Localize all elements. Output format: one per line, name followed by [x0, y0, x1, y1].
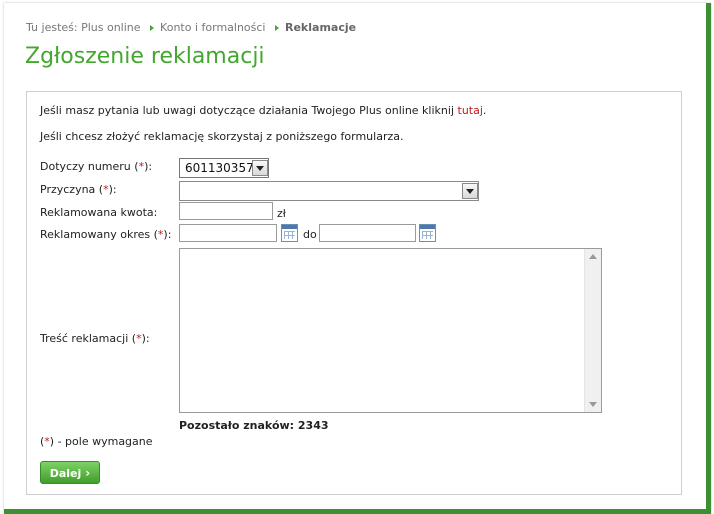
breadcrumb-current: Reklamacje: [285, 21, 357, 34]
number-label-text: Dotyczy numeru: [40, 160, 131, 173]
required-mark: *: [103, 183, 109, 196]
period-to-label: do: [303, 228, 317, 241]
info-line-form: Jeśli chcesz złożyć reklamację skorzysta…: [40, 130, 404, 143]
breadcrumb: Tu jesteś: Plus online Konto i formalnoś…: [26, 21, 356, 34]
complaint-form-panel: Jeśli masz pytania lub uwagi dotyczące d…: [26, 91, 682, 495]
required-mark: *: [44, 435, 50, 448]
number-select[interactable]: 601130357: [179, 158, 269, 178]
breadcrumb-link-plus-online[interactable]: Plus online: [81, 21, 140, 34]
textarea-scrollbar[interactable]: [584, 249, 601, 412]
info-text: Jeśli masz pytania lub uwagi dotyczące d…: [40, 104, 458, 117]
chevron-down-icon[interactable]: [462, 183, 478, 199]
reason-select[interactable]: [179, 181, 479, 201]
reason-label: Przyczyna (*):: [40, 183, 117, 196]
amount-label: Reklamowana kwota:: [40, 206, 158, 219]
breadcrumb-prefix: Tu jesteś:: [26, 21, 78, 34]
remaining-chars-counter: Pozostało znaków: 2343: [179, 419, 329, 432]
required-mark: *: [136, 332, 142, 345]
period-label: Reklamowany okres (*):: [40, 228, 172, 241]
required-note-text: - pole wymagane: [57, 435, 153, 448]
main-frame: Tu jesteś: Plus online Konto i formalnoś…: [4, 3, 711, 514]
content-textarea[interactable]: [179, 248, 602, 413]
period-label-text: Reklamowany okres: [40, 228, 151, 241]
page-title: Zgłoszenie reklamacji: [25, 44, 265, 69]
number-select-value: 601130357: [185, 161, 254, 175]
required-legend: (*) - pole wymagane: [40, 435, 153, 448]
info-text-end: .: [482, 104, 487, 117]
number-label: Dotyczy numeru (*):: [40, 160, 153, 173]
chevron-right-icon: ›: [85, 466, 91, 480]
next-button[interactable]: Dalej ›: [40, 461, 100, 484]
breadcrumb-arrow-icon: [150, 24, 155, 31]
reason-label-text: Przyczyna: [40, 183, 96, 196]
here-link[interactable]: tutaj: [458, 104, 483, 117]
currency-label: zł: [277, 207, 286, 220]
info-line-contact: Jeśli masz pytania lub uwagi dotyczące d…: [40, 104, 486, 117]
required-mark: *: [138, 160, 145, 173]
content-label-text: Treść reklamacji: [40, 332, 129, 345]
breadcrumb-arrow-icon: [275, 24, 279, 31]
calendar-icon[interactable]: [281, 224, 298, 242]
amount-input[interactable]: [179, 202, 273, 220]
content-label: Treść reklamacji (*):: [40, 332, 150, 345]
calendar-icon[interactable]: [419, 224, 436, 242]
chevron-down-icon[interactable]: [252, 160, 268, 176]
required-mark: *: [157, 228, 164, 241]
period-from-input[interactable]: [179, 224, 277, 242]
next-button-label: Dalej: [49, 467, 82, 480]
scroll-down-icon[interactable]: [589, 402, 597, 407]
scroll-up-icon[interactable]: [589, 254, 597, 259]
breadcrumb-link-account[interactable]: Konto i formalności: [160, 21, 265, 34]
period-to-input[interactable]: [319, 224, 416, 242]
